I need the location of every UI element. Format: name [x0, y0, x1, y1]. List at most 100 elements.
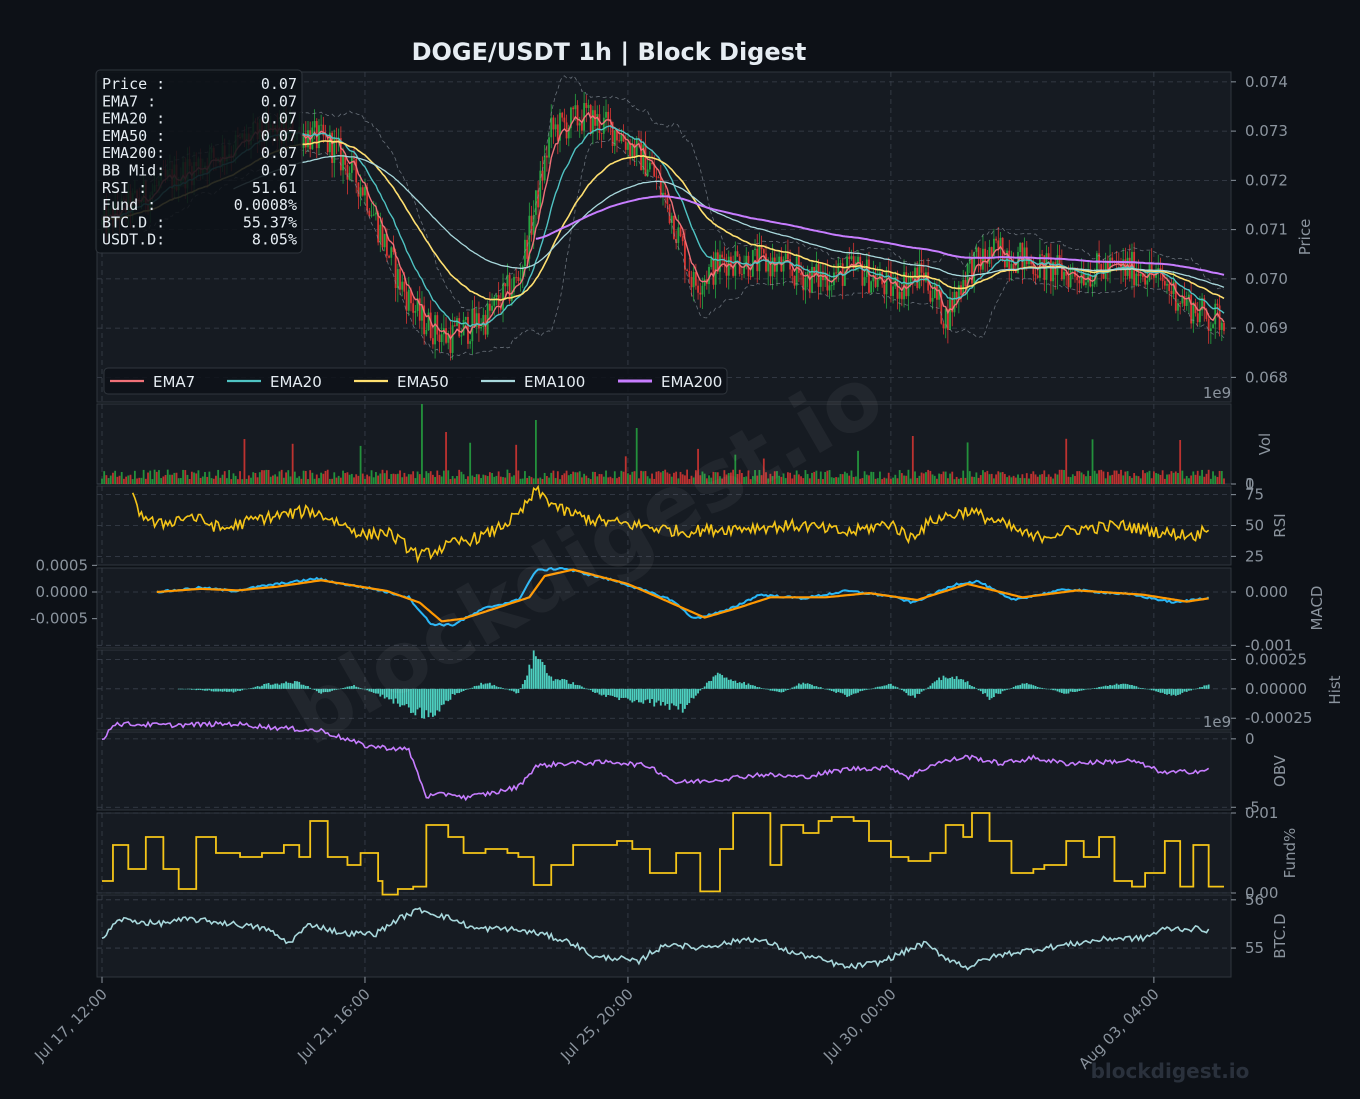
hist-bar: [839, 688, 842, 693]
info-value-9: 8.05%: [252, 231, 297, 249]
hist-bar: [532, 650, 535, 689]
volume-bar: [896, 478, 899, 484]
volume-bar: [1052, 478, 1054, 484]
volume-bar: [401, 477, 404, 484]
hist-bar: [784, 688, 787, 691]
candle-body: [1166, 283, 1168, 286]
volume-bar: [129, 474, 132, 484]
volume-bar: [484, 475, 487, 484]
hist-bar: [1146, 688, 1149, 690]
hist-bar: [699, 688, 702, 691]
candle-body: [988, 247, 991, 264]
volume-bar: [1120, 469, 1122, 484]
volume-bar: [1177, 472, 1179, 484]
candle-body: [736, 251, 739, 257]
candle-body: [1135, 273, 1138, 286]
hist-bar: [1163, 688, 1166, 695]
volume-bar: [887, 472, 890, 484]
candle-body: [1085, 282, 1087, 286]
hist-bar: [570, 684, 572, 689]
hist-bar: [690, 688, 693, 698]
candle-body: [892, 286, 894, 296]
candle-body: [916, 267, 919, 289]
hist-bar: [561, 678, 564, 689]
candle-body: [754, 248, 756, 251]
hist-bar: [828, 688, 831, 691]
volume-bar: [506, 469, 509, 484]
volume-bar: [898, 470, 901, 484]
hist-bar: [802, 682, 805, 689]
hist-bar: [1006, 688, 1008, 690]
candle-body: [909, 277, 912, 283]
hist-bar: [515, 688, 518, 694]
volume-bar: [326, 469, 329, 484]
volume-bar: [377, 475, 380, 484]
hist-bar: [697, 688, 699, 694]
volume-bar: [153, 469, 156, 484]
hist-bar: [710, 680, 713, 689]
volume-bar: [364, 479, 366, 484]
volume-bar: [1207, 469, 1210, 484]
volume-bar: [1109, 475, 1111, 484]
hist-bar: [736, 682, 739, 689]
hist-bar: [1010, 688, 1013, 689]
hist-bar: [624, 688, 627, 698]
candle-body: [648, 162, 651, 170]
hist-bar: [1076, 688, 1079, 692]
candle-body: [578, 123, 581, 126]
volume-bar: [282, 477, 285, 484]
hist-bar: [966, 681, 969, 689]
volume-bar: [190, 471, 193, 484]
candle-body: [445, 328, 447, 343]
volume-bar: [589, 479, 592, 484]
candle-body: [346, 164, 349, 180]
hist-bar: [655, 688, 658, 703]
volume-bar: [109, 475, 112, 484]
hist-bar: [578, 685, 581, 689]
volume-bar: [1036, 476, 1039, 484]
volume-bar: [837, 477, 840, 484]
candle-body: [876, 279, 879, 287]
hist-bar: [756, 687, 759, 689]
volume-bar: [914, 471, 916, 484]
candle-body: [929, 290, 932, 302]
hist-bar: [600, 688, 603, 696]
volume-bar: [968, 471, 971, 484]
candle-body: [605, 111, 607, 118]
volume-bar: [199, 477, 202, 484]
hist-bar: [795, 685, 798, 689]
volume-bar: [526, 477, 529, 484]
volume-bar: [1212, 471, 1214, 484]
hist-bar: [1196, 688, 1199, 689]
candle-body: [563, 117, 566, 123]
hist-bar: [883, 685, 886, 689]
candle-body: [756, 248, 759, 272]
ytick-btcd-1: 56: [1245, 891, 1264, 909]
volume-bar: [252, 472, 255, 484]
volume-bar: [412, 471, 415, 484]
volume-bar: [938, 473, 941, 484]
hist-bar: [666, 688, 669, 704]
hist-bar: [583, 687, 586, 689]
hist-bar: [1039, 687, 1041, 689]
candle-body: [1196, 313, 1199, 323]
volume-bar: [524, 471, 526, 484]
volume-bar: [357, 475, 360, 484]
hist-bar: [1170, 688, 1173, 696]
volume-bar: [817, 478, 820, 484]
volume-bar: [841, 474, 844, 484]
ylabel-macd: MACD: [1308, 586, 1326, 631]
footer-brand: blockdigest.io: [1091, 1059, 1250, 1083]
candle-body: [587, 105, 590, 108]
candle-body: [760, 246, 763, 250]
hist-bar: [473, 686, 476, 689]
volume-bar: [370, 470, 373, 484]
chart-svg: 0.0680.0690.0700.0710.0720.0730.074Price…: [0, 0, 1360, 1095]
hist-bar: [968, 684, 971, 689]
info-label-7: Fund :: [102, 196, 156, 214]
candle-body: [960, 285, 962, 295]
hist-bar: [679, 688, 682, 704]
candle-body: [396, 269, 399, 289]
volume-bar: [903, 475, 905, 484]
hist-bar: [931, 683, 934, 689]
